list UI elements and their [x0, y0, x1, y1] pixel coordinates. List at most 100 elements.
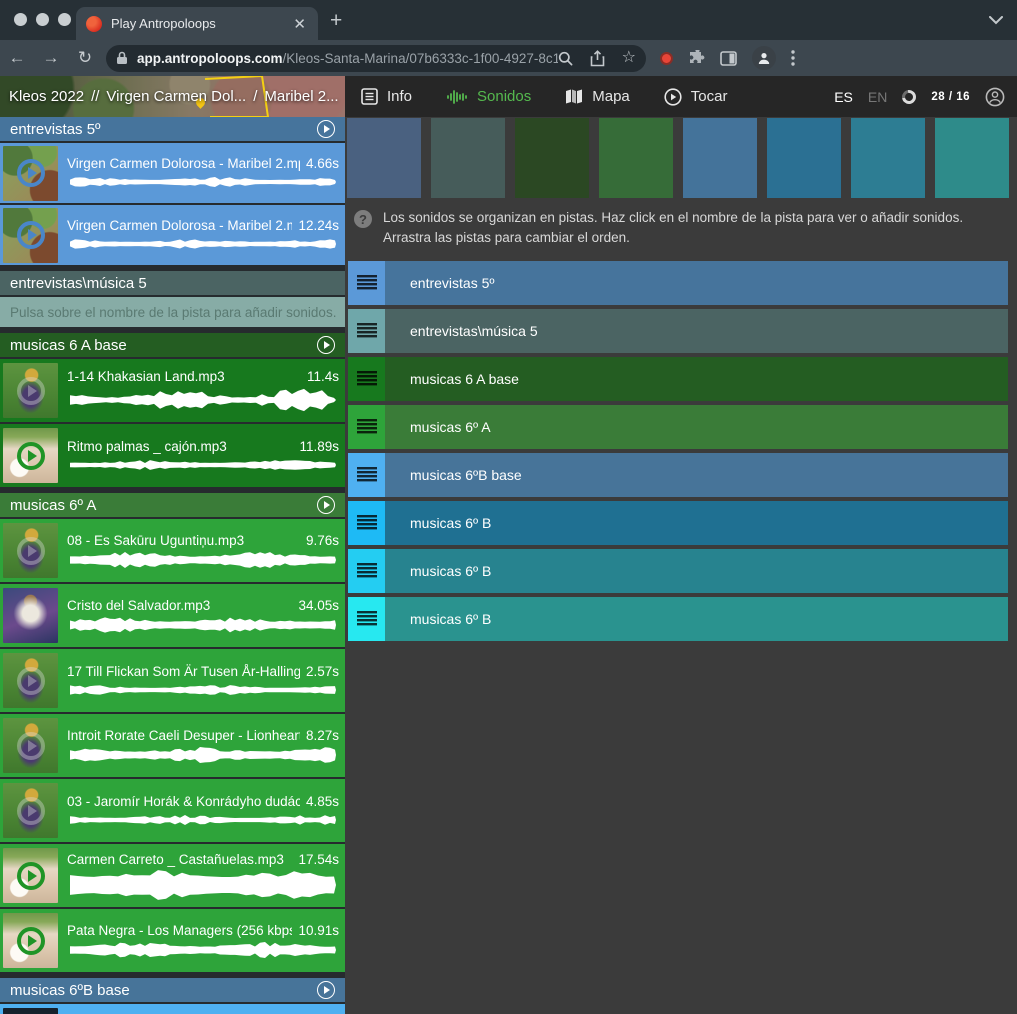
menu-kebab-icon[interactable] [791, 50, 795, 66]
extensions-puzzle-icon[interactable] [688, 50, 705, 67]
clip-title[interactable]: Virgen Carmen Dolorosa - Maribel 2.mp3 [67, 156, 300, 171]
clip-thumbnail[interactable] [3, 718, 58, 773]
clip-play-overlay-icon[interactable] [17, 732, 45, 760]
clip-item[interactable]: 03 - Jaromír Horák & Konrádyho dudácká .… [0, 779, 345, 842]
clip-item[interactable]: Pata Negra - Los Managers (256 kbps).mp3… [0, 909, 345, 972]
clip-waveform[interactable] [67, 682, 339, 698]
clip-item[interactable]: Cristo del Salvador.mp334.05s [0, 584, 345, 647]
drag-handle[interactable] [348, 549, 385, 593]
clip-item[interactable]: Virgen Carmen Dolorosa - Maribel 2.mp312… [0, 205, 345, 265]
track-row[interactable]: musicas 6 A base [348, 357, 1008, 401]
clip-item[interactable]: 17 Till Flickan Som Är Tusen År-Halling … [0, 649, 345, 712]
clip-play-overlay-icon[interactable] [17, 377, 45, 405]
clip-waveform[interactable] [67, 551, 339, 569]
window-zoom-button[interactable] [58, 13, 71, 26]
clip-waveform[interactable] [67, 941, 339, 959]
lang-en-button[interactable]: EN [868, 89, 887, 105]
section-play-button[interactable] [317, 120, 335, 138]
tab-tocar[interactable]: Tocar [664, 88, 728, 106]
tab-mapa[interactable]: Mapa [565, 88, 630, 105]
clip-thumbnail[interactable] [3, 363, 58, 418]
track-row-body[interactable]: musicas 6º B [385, 501, 1008, 545]
zoom-icon[interactable] [558, 51, 573, 66]
clip-waveform[interactable] [67, 812, 339, 828]
tab-info[interactable]: Info [361, 88, 412, 105]
breadcrumb-root[interactable]: Kleos 2022 [9, 88, 84, 105]
clip-thumbnail[interactable] [3, 523, 58, 578]
profile-avatar-icon[interactable] [752, 46, 776, 70]
track-row-body[interactable]: musicas 6º B [385, 549, 1008, 593]
clip-item[interactable]: BASE Pata Negra - Los Managers3.77s [0, 1004, 345, 1014]
clip-waveform[interactable] [67, 616, 339, 634]
clip-thumbnail[interactable] [3, 848, 58, 903]
clip-title[interactable]: 17 Till Flickan Som Är Tusen År-Halling … [67, 664, 300, 679]
clip-play-overlay-icon[interactable] [17, 667, 45, 695]
drag-handle[interactable] [348, 357, 385, 401]
drag-handle[interactable] [348, 453, 385, 497]
track-row-body[interactable]: musicas 6º B [385, 597, 1008, 641]
clip-title[interactable]: Introit Rorate Caeli Desuper - Lionheart… [67, 728, 300, 743]
clip-play-overlay-icon[interactable] [17, 159, 45, 187]
clip-play-overlay-icon[interactable] [17, 442, 45, 470]
clip-thumbnail[interactable] [3, 653, 58, 708]
track-row[interactable]: musicas 6º B [348, 597, 1008, 641]
clip-title[interactable]: 1-14 Khakasian Land.mp3 [67, 369, 301, 384]
track-section-header[interactable]: entrevistas 5º [0, 117, 345, 141]
browser-tab[interactable]: Play Antropoloops ✕ [76, 7, 318, 40]
breadcrumb[interactable]: Kleos 2022 // Virgen Carmen Dol... / Mar… [9, 76, 339, 117]
track-section-header[interactable]: musicas 6º A [0, 493, 345, 517]
reload-icon[interactable]: ↻ [68, 48, 102, 68]
clip-item[interactable]: 1-14 Khakasian Land.mp311.4s [0, 359, 345, 422]
track-section-header[interactable]: musicas 6ºB base [0, 978, 345, 1002]
track-row-body[interactable]: entrevistas 5º [385, 261, 1008, 305]
clip-thumbnail[interactable] [3, 913, 58, 968]
drag-handle[interactable] [348, 501, 385, 545]
section-play-button[interactable] [317, 981, 335, 999]
clip-play-overlay-icon[interactable] [17, 221, 45, 249]
track-row[interactable]: entrevistas\música 5 [348, 309, 1008, 353]
track-row[interactable]: musicas 6º B [348, 549, 1008, 593]
clip-play-overlay-icon[interactable] [17, 862, 45, 890]
clip-play-overlay-icon[interactable] [17, 927, 45, 955]
clip-thumbnail[interactable] [3, 428, 58, 483]
close-tab-icon[interactable]: ✕ [291, 15, 308, 33]
drag-handle[interactable] [348, 309, 385, 353]
clip-title[interactable]: Pata Negra - Los Managers (256 kbps).mp3 [67, 923, 292, 938]
section-play-button[interactable] [317, 496, 335, 514]
clip-thumbnail[interactable] [3, 146, 58, 201]
side-panel-icon[interactable] [720, 51, 737, 66]
back-icon[interactable]: ← [0, 48, 34, 68]
section-play-button[interactable] [317, 336, 335, 354]
clip-waveform[interactable] [67, 746, 339, 764]
track-row-body[interactable]: entrevistas\música 5 [385, 309, 1008, 353]
clip-waveform[interactable] [67, 174, 339, 190]
clip-item[interactable]: Virgen Carmen Dolorosa - Maribel 2.mp34.… [0, 143, 345, 203]
clip-item[interactable]: Ritmo palmas _ cajón.mp311.89s [0, 424, 345, 487]
track-row-body[interactable]: musicas 6º A [385, 405, 1008, 449]
clip-thumbnail[interactable] [3, 783, 58, 838]
clip-waveform[interactable] [67, 457, 339, 473]
window-controls[interactable] [14, 13, 71, 26]
lang-es-button[interactable]: ES [834, 89, 853, 105]
clip-play-overlay-icon[interactable] [17, 537, 45, 565]
track-row[interactable]: entrevistas 5º [348, 261, 1008, 305]
clip-title[interactable]: Carmen Carreto _ Castañuelas.mp3 [67, 852, 292, 867]
track-row[interactable]: musicas 6ºB base [348, 453, 1008, 497]
account-icon[interactable] [985, 87, 1005, 107]
clip-item[interactable]: 08 - Es Sakūru Uguntiņu.mp39.76s [0, 519, 345, 582]
breadcrumb-middle[interactable]: Virgen Carmen Dol... [106, 88, 246, 105]
clip-title[interactable]: 08 - Es Sakūru Uguntiņu.mp3 [67, 533, 300, 548]
track-row[interactable]: musicas 6º A [348, 405, 1008, 449]
clip-waveform[interactable] [67, 236, 339, 252]
clip-thumbnail[interactable] [3, 1008, 58, 1014]
drag-handle[interactable] [348, 597, 385, 641]
record-extension-icon[interactable] [660, 52, 673, 65]
track-row-body[interactable]: musicas 6ºB base [385, 453, 1008, 497]
address-bar[interactable]: app.antropoloops.com/Kleos-Santa-Marina/… [106, 45, 646, 72]
clip-item[interactable]: Introit Rorate Caeli Desuper - Lionheart… [0, 714, 345, 777]
window-close-button[interactable] [14, 13, 27, 26]
window-minimize-button[interactable] [36, 13, 49, 26]
new-tab-button[interactable]: + [330, 10, 342, 31]
clip-title[interactable]: Virgen Carmen Dolorosa - Maribel 2.mp3 [67, 218, 292, 233]
clip-item[interactable]: Carmen Carreto _ Castañuelas.mp317.54s [0, 844, 345, 907]
